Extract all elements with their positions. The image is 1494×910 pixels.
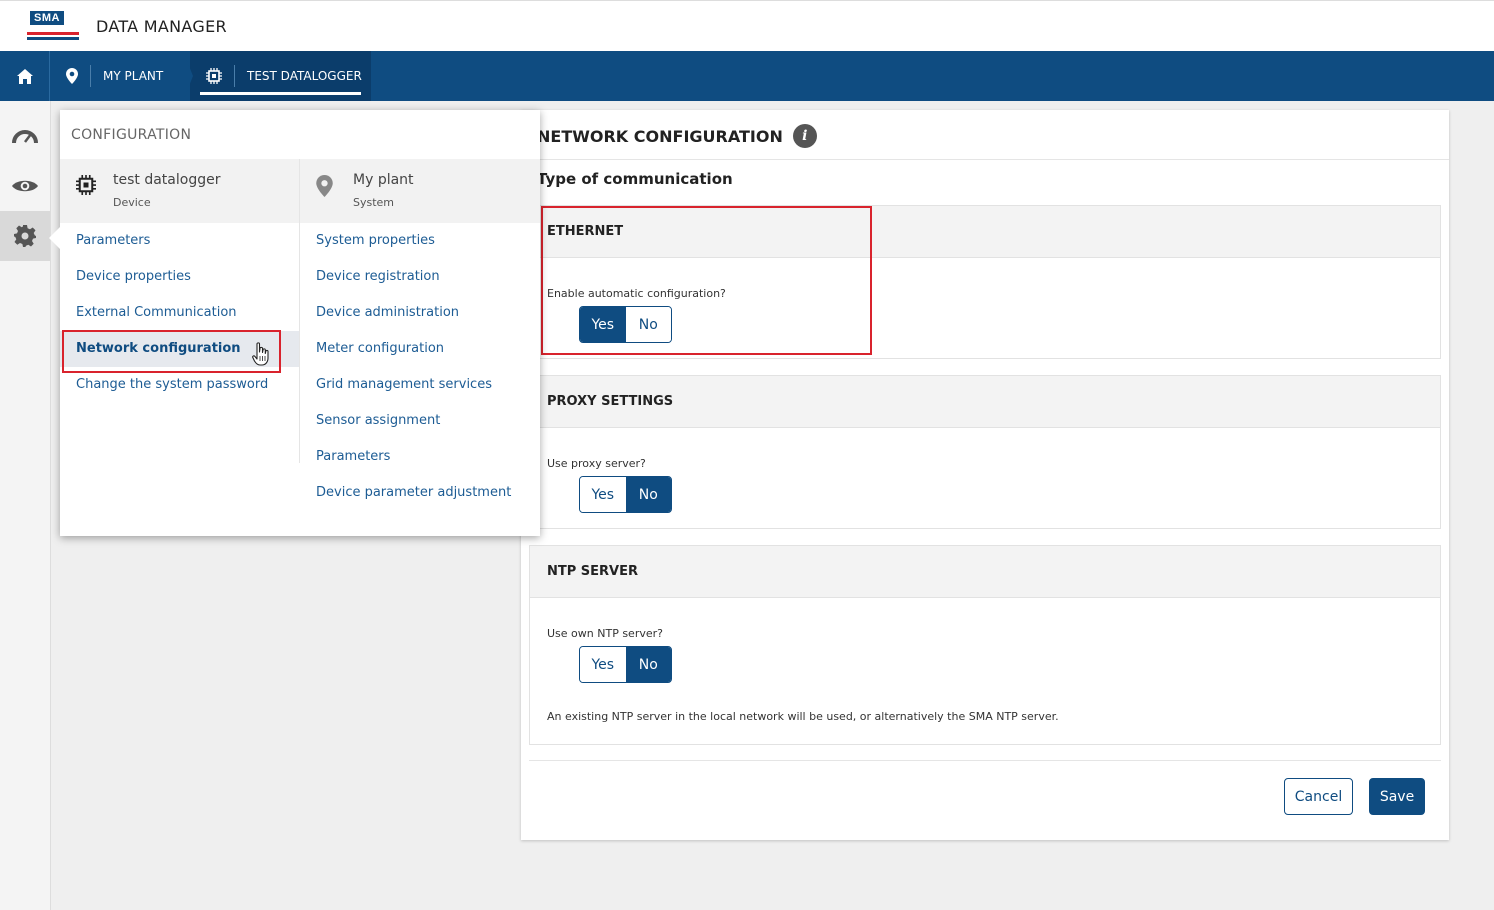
ntp-note: An existing NTP server in the local netw… bbox=[547, 710, 1059, 723]
sidebar-item-configuration[interactable] bbox=[0, 211, 50, 261]
proxy-no-button[interactable]: No bbox=[625, 477, 671, 512]
menu-item-change-system-password[interactable]: Change the system password bbox=[76, 377, 268, 392]
hand-cursor-icon bbox=[252, 342, 269, 366]
save-button[interactable]: Save bbox=[1369, 778, 1425, 815]
device-type: Device bbox=[113, 196, 151, 209]
location-pin-icon bbox=[66, 68, 78, 84]
menu-item-grid-management-services[interactable]: Grid management services bbox=[316, 377, 492, 392]
menu-caret bbox=[49, 227, 60, 249]
system-header: My plant System bbox=[300, 159, 540, 223]
left-sidebar bbox=[0, 101, 51, 910]
page-title: NETWORK CONFIGURATION i bbox=[537, 124, 817, 148]
home-button[interactable] bbox=[0, 51, 50, 101]
info-icon[interactable]: i bbox=[792, 124, 817, 148]
ntp-yes-button[interactable]: Yes bbox=[580, 647, 626, 682]
system-type: System bbox=[353, 196, 395, 209]
sidebar-item-monitoring[interactable] bbox=[0, 111, 50, 161]
menu-item-parameters[interactable]: Parameters bbox=[76, 233, 150, 248]
configuration-menu: CONFIGURATION test datalogger Device My … bbox=[49, 110, 540, 536]
type-of-communication-label: Type of communication bbox=[537, 170, 733, 188]
proxy-label: Use proxy server? bbox=[547, 457, 646, 470]
chip-icon bbox=[206, 68, 222, 84]
active-tab-indicator bbox=[200, 92, 361, 95]
menu-item-device-parameter-adjustment[interactable]: Device parameter adjustment bbox=[316, 485, 511, 500]
app-header: SMA DATA MANAGER bbox=[0, 0, 1494, 51]
menu-item-meter-configuration[interactable]: Meter configuration bbox=[316, 341, 444, 356]
page-title-text: NETWORK CONFIGURATION bbox=[537, 126, 783, 146]
breadcrumb-my-plant[interactable]: MY PLANT bbox=[50, 51, 198, 101]
breadcrumb-separator-arrow bbox=[183, 51, 193, 101]
sma-logo: SMA bbox=[27, 10, 79, 42]
ntp-no-button[interactable]: No bbox=[625, 647, 671, 682]
menu-item-external-communication[interactable]: External Communication bbox=[76, 305, 237, 320]
logo-text: SMA bbox=[30, 11, 64, 25]
breadcrumb-logger-label: TEST DATALOGGER bbox=[247, 69, 362, 83]
breadcrumb-test-datalogger[interactable]: TEST DATALOGGER bbox=[190, 51, 371, 101]
device-header: test datalogger Device bbox=[60, 159, 299, 223]
system-name: My plant bbox=[353, 172, 414, 188]
cancel-button[interactable]: Cancel bbox=[1284, 778, 1353, 815]
home-icon bbox=[16, 68, 33, 84]
menu-item-device-administration[interactable]: Device administration bbox=[316, 305, 459, 320]
ethernet-highlight-box bbox=[541, 206, 872, 355]
sidebar-item-view[interactable] bbox=[0, 161, 50, 211]
menu-item-system-parameters[interactable]: Parameters bbox=[316, 449, 390, 464]
proxy-yes-button[interactable]: Yes bbox=[580, 477, 626, 512]
menu-item-device-registration[interactable]: Device registration bbox=[316, 269, 440, 284]
ntp-heading: NTP SERVER bbox=[530, 546, 1440, 598]
device-name: test datalogger bbox=[113, 172, 221, 188]
menu-title: CONFIGURATION bbox=[71, 127, 192, 143]
breadcrumb-plant-label: MY PLANT bbox=[103, 69, 164, 83]
speedometer-icon bbox=[12, 130, 38, 144]
menu-item-device-properties[interactable]: Device properties bbox=[76, 269, 191, 284]
proxy-heading: PROXY SETTINGS bbox=[530, 376, 1440, 428]
ntp-toggle: Yes No bbox=[579, 646, 672, 683]
eye-icon bbox=[12, 180, 38, 192]
app-title: DATA MANAGER bbox=[96, 17, 227, 36]
proxy-toggle: Yes No bbox=[579, 476, 672, 513]
network-config-highlight-box bbox=[62, 330, 281, 373]
menu-item-sensor-assignment[interactable]: Sensor assignment bbox=[316, 413, 440, 428]
proxy-settings-section: PROXY SETTINGS Use proxy server? Yes No bbox=[529, 375, 1441, 529]
breadcrumb: MY PLANT TEST DATALOGGER bbox=[0, 51, 1494, 101]
gear-icon bbox=[14, 225, 36, 247]
location-pin-icon bbox=[316, 175, 333, 197]
ntp-label: Use own NTP server? bbox=[547, 627, 663, 640]
chip-icon bbox=[76, 175, 96, 195]
ntp-server-section: NTP SERVER Use own NTP server? Yes No An… bbox=[529, 545, 1441, 745]
menu-item-system-properties[interactable]: System properties bbox=[316, 233, 435, 248]
